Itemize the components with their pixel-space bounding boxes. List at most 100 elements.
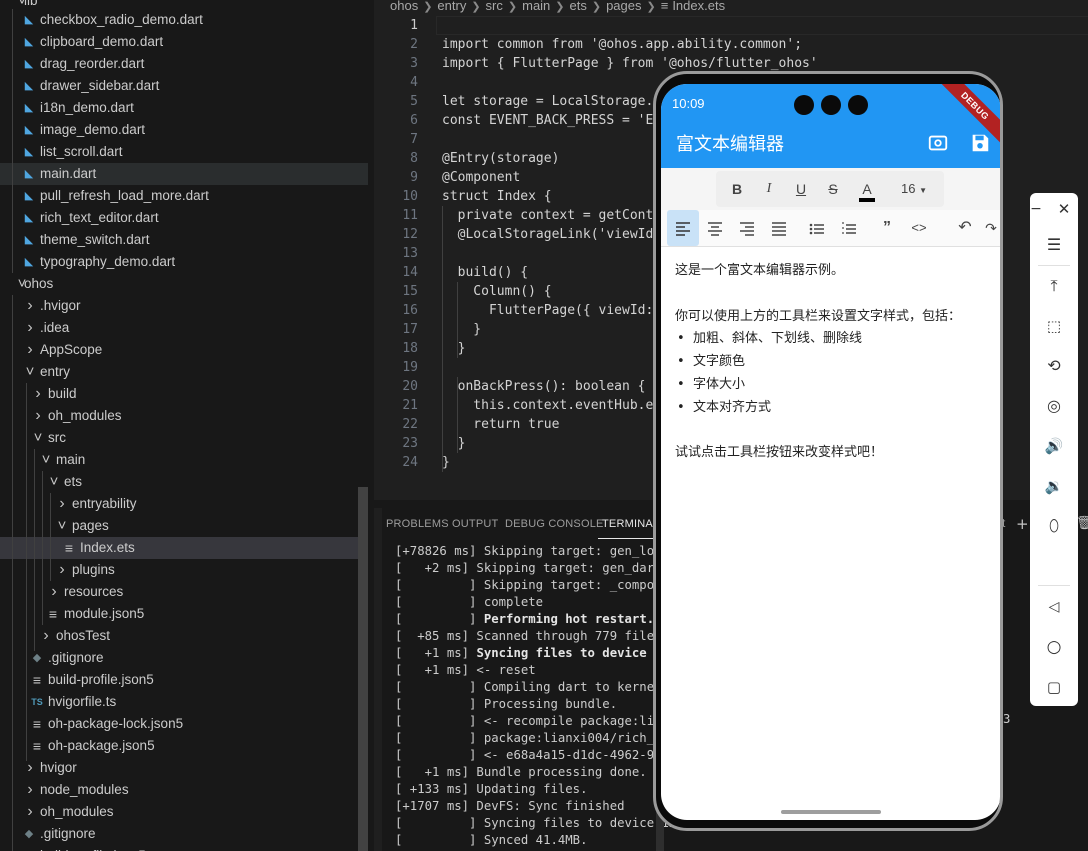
volume-up-icon[interactable]: 🔊 [1030, 434, 1078, 458]
tree-folder[interactable]: › resources [0, 581, 368, 603]
tree-folder[interactable]: ˅ main [0, 449, 368, 471]
breadcrumb-main[interactable]: main [522, 0, 550, 13]
chevron-right-icon[interactable]: › [24, 801, 36, 823]
tree-file[interactable]: ◆ .gitignore [0, 647, 368, 669]
tree-file[interactable]: ≡ build-profile.json5 [0, 845, 368, 851]
crop-icon[interactable]: ⬚ [1030, 314, 1078, 338]
breadcrumb-pages[interactable]: pages [606, 0, 641, 13]
tab-debug-console[interactable]: DEBUG CONSOLE [505, 518, 604, 530]
breadcrumb-ohos[interactable]: ohos [390, 0, 418, 13]
tree-file[interactable]: ◣ typography_demo.dart [0, 251, 368, 273]
chevron-right-icon[interactable]: › [40, 625, 52, 647]
tree-folder[interactable]: › oh_modules [0, 405, 368, 427]
menu-icon[interactable]: ☰ [1030, 233, 1078, 257]
tree-file[interactable]: ◆ .gitignore [0, 823, 368, 845]
tree-file[interactable]: ◣ rich_text_editor.dart [0, 207, 368, 229]
breadcrumb-file[interactable]: Index.ets [672, 0, 725, 13]
chevron-down-icon[interactable]: ˅ [24, 361, 36, 383]
chevron-right-icon[interactable]: › [24, 779, 36, 801]
align-justify-button[interactable] [763, 210, 795, 246]
chevron-right-icon[interactable]: › [56, 559, 68, 581]
redo-button[interactable]: ↷ [981, 210, 1000, 246]
tree-folder[interactable]: › .idea [0, 317, 368, 339]
tree-folder[interactable]: ˅ ohos [0, 273, 368, 295]
italic-button[interactable]: I [758, 171, 780, 207]
tree-folder[interactable]: ˅ ets [0, 471, 368, 493]
tree-file[interactable]: ≡ Index.ets [0, 537, 368, 559]
eraser-icon[interactable]: ⬯ [1030, 514, 1078, 538]
tree-file[interactable]: ≡ oh-package.json5 [0, 735, 368, 757]
breadcrumb-src[interactable]: src [486, 0, 503, 13]
tree-folder[interactable]: › entryability [0, 493, 368, 515]
chevron-right-icon[interactable]: › [24, 317, 36, 339]
chevron-down-icon[interactable]: ˅ [40, 449, 52, 471]
tree-folder[interactable]: ˅ entry [0, 361, 368, 383]
tree-folder[interactable]: › hvigor [0, 757, 368, 779]
tree-file[interactable]: ◣ drag_reorder.dart [0, 53, 368, 75]
bullet-list-button[interactable] [801, 210, 833, 246]
rich-text-content[interactable]: 这是一个富文本编辑器示例。 你可以使用上方的工具栏来设置文字样式，包括： 加粗、… [675, 260, 987, 465]
add-terminal-icon[interactable]: + [1016, 515, 1029, 533]
chevron-right-icon[interactable]: › [56, 493, 68, 515]
chevron-right-icon[interactable]: › [48, 581, 60, 603]
tree-file[interactable]: ◣ theme_switch.dart [0, 229, 368, 251]
chevron-right-icon[interactable]: › [24, 295, 36, 317]
tree-folder[interactable]: › build [0, 383, 368, 405]
tab-output[interactable]: OUTPUT [452, 518, 498, 530]
code-button[interactable]: <> [903, 210, 935, 246]
bold-button[interactable]: B [726, 171, 748, 207]
tree-folder[interactable]: › node_modules [0, 779, 368, 801]
tree-folder[interactable]: › ohosTest [0, 625, 368, 647]
back-icon[interactable]: ◁ [1030, 595, 1078, 619]
tree-file[interactable]: ≡ build-profile.json5 [0, 669, 368, 691]
underline-button[interactable]: U [790, 171, 812, 207]
numbered-list-button[interactable] [833, 210, 865, 246]
chevron-right-icon[interactable]: › [24, 339, 36, 361]
recents-icon[interactable]: ▢ [1030, 675, 1078, 699]
home-indicator[interactable] [781, 810, 881, 814]
tab-problems[interactable]: PROBLEMS [386, 518, 449, 530]
align-center-button[interactable] [699, 210, 731, 246]
explorer-scrollbar[interactable] [358, 487, 368, 851]
tree-file[interactable]: ◣ drawer_sidebar.dart [0, 75, 368, 97]
tree-file[interactable]: ◣ image_demo.dart [0, 119, 368, 141]
text-color-button[interactable]: A [856, 171, 878, 207]
volume-down-icon[interactable]: 🔉 [1030, 474, 1078, 498]
tree-file[interactable]: ◣ checkbox_radio_demo.dart [0, 9, 368, 31]
tree-file[interactable]: ◣ i18n_demo.dart [0, 97, 368, 119]
chevron-down-icon[interactable]: ˅ [32, 427, 44, 449]
tree-folder[interactable]: › AppScope [0, 339, 368, 361]
pin-to-top-icon[interactable]: ⤒ [1030, 274, 1078, 298]
eye-icon[interactable] [927, 132, 949, 154]
chevron-down-icon[interactable]: ˅ [56, 515, 68, 537]
tree-file[interactable]: ≡ module.json5 [0, 603, 368, 625]
minimize-icon[interactable]: − [1024, 197, 1048, 221]
close-icon[interactable]: ✕ [1052, 197, 1076, 221]
font-size-dropdown[interactable]: 16 ▼ [894, 171, 934, 207]
align-left-button[interactable] [667, 210, 699, 246]
breadcrumb-ets[interactable]: ets [570, 0, 587, 13]
tree-file[interactable]: ◣ pull_refresh_load_more.dart [0, 185, 368, 207]
tree-file[interactable]: TS hvigorfile.ts [0, 691, 368, 713]
chevron-right-icon[interactable]: › [32, 405, 44, 427]
tree-file[interactable]: ◣ clipboard_demo.dart [0, 31, 368, 53]
screenshot-icon[interactable]: ◎ [1030, 394, 1078, 418]
strikethrough-button[interactable]: S [822, 171, 844, 207]
tree-file[interactable]: ◣ main.dart [0, 163, 368, 185]
tree-folder[interactable]: › .hvigor [0, 295, 368, 317]
tree-file[interactable]: ◣ list_scroll.dart [0, 141, 368, 163]
undo-button[interactable]: ↶ [949, 210, 981, 246]
chevron-down-icon[interactable]: ˅ [48, 471, 60, 493]
tree-file[interactable]: ≡ oh-package-lock.json5 [0, 713, 368, 735]
tree-folder[interactable]: ˅ pages [0, 515, 368, 537]
breadcrumb-entry[interactable]: entry [437, 0, 466, 13]
rotate-icon[interactable]: ⟲ [1030, 354, 1078, 378]
tree-folder[interactable]: › oh_modules [0, 801, 368, 823]
save-icon[interactable] [969, 132, 991, 154]
chevron-right-icon[interactable]: › [32, 383, 44, 405]
tab-terminal[interactable]: TERMINAL [602, 518, 659, 530]
tree-folder[interactable]: ˅ src [0, 427, 368, 449]
home-icon[interactable]: ○ [1030, 635, 1078, 659]
blockquote-button[interactable]: ” [871, 210, 903, 246]
tree-folder[interactable]: › plugins [0, 559, 368, 581]
